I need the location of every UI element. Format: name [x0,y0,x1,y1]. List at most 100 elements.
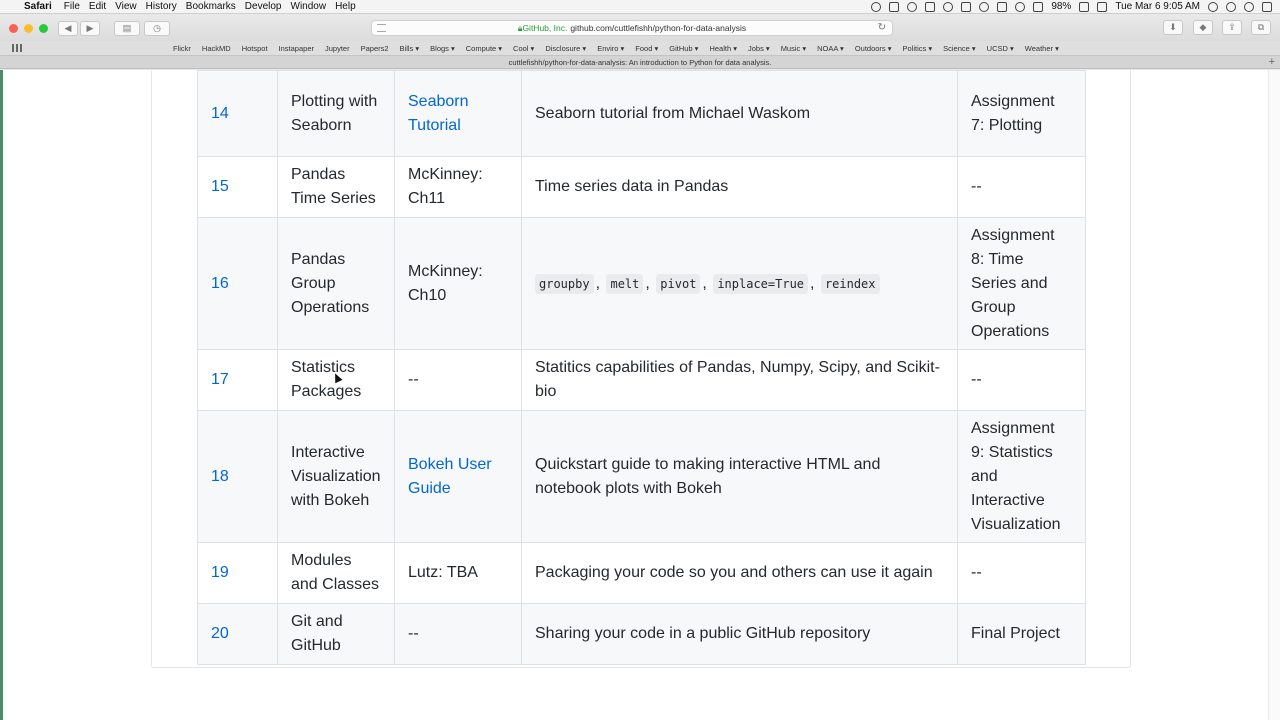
tabs-overview-icon[interactable]: ⧉ [1251,20,1271,35]
share-icon[interactable]: ⇪ [1222,20,1242,35]
reading-link[interactable]: Seaborn Tutorial [408,93,469,134]
fav-health[interactable]: Health ▾ [709,44,737,53]
week-number: 20 [197,603,278,665]
table-row: 18 Interactive Visualization with Bokeh … [197,410,1086,543]
macos-menubar: Safari File Edit View History Bookmarks … [0,0,1280,14]
reading-link[interactable]: Bokeh User Guide [408,456,492,497]
fav-music[interactable]: Music ▾ [781,44,806,53]
fav-cool[interactable]: Cool ▾ [513,44,534,53]
assignment-text: -- [971,371,982,388]
assignment-cell: Assignment 9: Statistics and Interactive… [957,410,1086,543]
close-window-button[interactable] [9,23,18,33]
assignment-cell: Assignment 7: Plotting [957,70,1086,157]
menu-edit[interactable]: Edit [89,1,115,12]
week-number: 19 [197,542,278,604]
cloud-icon[interactable] [943,1,954,12]
fav-enviro[interactable]: Enviro ▾ [597,44,624,53]
description-cell: Time series data in Pandas [521,156,958,218]
downloads-icon[interactable]: ⬇ [1163,20,1183,35]
status-icon[interactable] [871,1,882,12]
fav-hackmd[interactable]: HackMD [202,44,231,53]
minimize-window-button[interactable] [24,23,33,33]
menu-view[interactable]: View [115,1,146,12]
creative-cloud-icon[interactable] [907,1,918,12]
week-number: 15 [197,156,278,218]
shield-icon[interactable] [961,1,972,12]
browser-toolbar: ◀ ▶ ▤ ◷ 🔒︎ GitHub, Inc. github.com/cuttl… [0,15,1280,41]
forward-button[interactable]: ▶ [80,20,100,36]
evernote-icon[interactable] [925,1,936,12]
user-icon[interactable] [1208,1,1218,12]
address-bar[interactable]: 🔒︎ GitHub, Inc. github.com/cuttlefishh/p… [371,20,893,36]
description-cell: Packaging your code so you and others ca… [521,542,958,604]
table-row: 19 Modules and Classes Lutz: TBA Packagi… [197,542,1086,604]
fav-papers2[interactable]: Papers2 [361,44,389,53]
topic-text: Modules and Classes [291,552,380,593]
menu-develop[interactable]: Develop [245,1,291,12]
fav-flickr[interactable]: Flickr [173,44,191,53]
fav-github[interactable]: GitHub ▾ [669,44,698,53]
topic-text: Git and GitHub [291,613,343,654]
fav-hotspot[interactable]: Hotspot [242,44,268,53]
fav-food[interactable]: Food ▾ [635,44,658,53]
fav-blogs[interactable]: Blogs ▾ [430,44,455,53]
reading-cell: McKinney: Ch11 [394,156,522,218]
vertical-scrollbar[interactable] [1268,70,1280,720]
fav-ucsd[interactable]: UCSD ▾ [987,44,1014,53]
reload-icon[interactable]: ↻ [878,22,886,33]
back-button[interactable]: ◀ [58,20,78,36]
url-host: github.com/cuttlefishh/python-for-data-a… [570,23,747,33]
menu-window[interactable]: Window [291,1,336,12]
dropbox-icon[interactable] [889,1,900,12]
favorites-grid-icon[interactable] [12,44,23,52]
fav-weather[interactable]: Weather ▾ [1025,44,1059,53]
flag-icon[interactable] [1097,1,1108,12]
siri-icon[interactable] [1244,1,1254,12]
battery-icon[interactable] [1079,1,1090,12]
fav-compute[interactable]: Compute ▾ [466,44,502,53]
reading-cell: Bokeh User Guide [394,410,522,543]
spotlight-icon[interactable] [1226,1,1236,12]
topic-cell: Plotting with Seaborn [277,70,395,157]
fav-noaa[interactable]: NOAA ▾ [817,44,844,53]
menu-file[interactable]: File [64,1,89,12]
fav-science[interactable]: Science ▾ [943,44,976,53]
tab-title[interactable]: cuttlefishh/python-for-data-analysis: An… [509,58,772,67]
menu-bookmarks[interactable]: Bookmarks [186,1,245,12]
description-text: Packaging your code so you and others ca… [535,564,933,581]
assignment-text: Assignment 7: Plotting [971,92,1055,134]
assignment-cell: Final Project [957,603,1086,665]
fav-politics[interactable]: Politics ▾ [903,44,933,53]
sidebar-toggle-icon[interactable]: ▤ [114,20,140,36]
volume-icon[interactable] [1033,1,1044,12]
display-icon[interactable] [997,1,1008,12]
code-reindex: reindex [820,273,880,294]
reader-view-icon[interactable] [377,24,386,32]
fav-outdoors[interactable]: Outdoors ▾ [855,44,892,53]
assignment-text: -- [971,564,982,581]
fav-instapaper[interactable]: Instapaper [279,44,314,53]
fav-jupyter[interactable]: Jupyter [325,44,350,53]
fav-jobs[interactable]: Jobs ▾ [748,44,770,53]
desktop-edge [0,70,3,720]
description-cell: groupby, melt, pivot, inplace=True, rein… [521,217,958,350]
menu-help[interactable]: Help [335,1,365,12]
week-number: 14 [197,70,278,157]
wifi-icon[interactable] [1015,1,1026,12]
code-pivot: pivot [656,273,701,294]
description-cell: Quickstart guide to making interactive H… [521,410,958,543]
new-tab-icon[interactable]: + [1269,56,1275,68]
fav-bills[interactable]: Bills ▾ [400,44,420,53]
fav-disclosure[interactable]: Disclosure ▾ [545,44,586,53]
notification-center-icon[interactable] [1262,1,1272,12]
menubar-clock[interactable]: Tue Mar 6 9:05 AM [1115,1,1200,12]
menu-history[interactable]: History [146,1,186,12]
description-cell: Statitics capabilities of Pandas, Numpy,… [521,349,958,411]
tab-strip: cuttlefishh/python-for-data-analysis: An… [0,55,1280,69]
top-sites-icon[interactable]: ◷ [144,20,170,36]
extension-icon[interactable]: ◆ [1193,20,1213,35]
zoom-window-button[interactable] [39,23,48,33]
menu-safari[interactable]: Safari [24,1,64,12]
time-machine-icon[interactable] [979,1,990,12]
description-text: Time series data in Pandas [535,178,729,195]
